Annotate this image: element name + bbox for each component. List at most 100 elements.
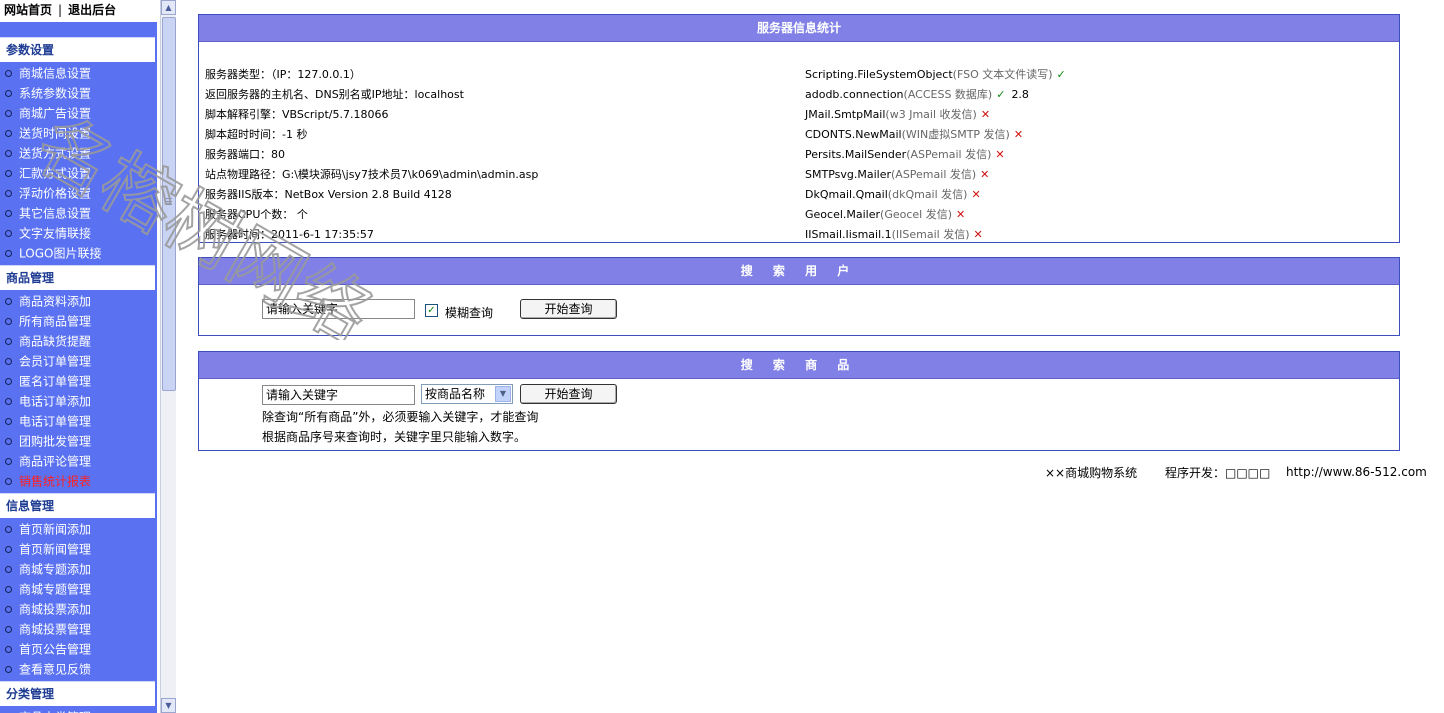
- search-user-title: 搜 索 用 户: [199, 258, 1399, 285]
- sidebar-menu-item[interactable]: 浮动价格设置: [0, 183, 155, 203]
- sidebar-menu-item[interactable]: 匿名订单管理: [0, 371, 155, 391]
- scroll-down-arrow-icon[interactable]: ▼: [161, 698, 176, 713]
- left-frame-scrollbar[interactable]: ▲ ▼: [160, 0, 176, 713]
- menu-section: 分类管理商品大类管理: [0, 681, 157, 713]
- footer-url-link[interactable]: http://www.86-512.com: [1286, 465, 1427, 479]
- sidebar-menu-item-label: 会员订单管理: [19, 354, 92, 369]
- sidebar-menu-item[interactable]: 电话订单管理: [0, 411, 155, 431]
- sidebar-menu-item-label: 商城信息设置: [19, 66, 92, 81]
- goods-search-type-select[interactable]: 按商品名称 ▼: [421, 384, 513, 404]
- sidebar-menu-item[interactable]: 商品大类管理: [0, 707, 155, 713]
- menu-section-header[interactable]: 信息管理: [0, 493, 155, 518]
- bullet-circle-icon: [5, 170, 12, 177]
- component-description: (ASPemail 发信): [891, 168, 977, 181]
- menu-section-header[interactable]: 参数设置: [0, 37, 155, 62]
- bullet-circle-icon: [5, 438, 12, 445]
- search-user-button[interactable]: 开始查询: [520, 299, 617, 319]
- sidebar-menu-item-label: LOGO图片联接: [19, 246, 102, 261]
- top-links: 网站首页 | 退出后台: [0, 0, 157, 22]
- component-name: CDONTS.NewMail: [805, 128, 902, 141]
- sidebar-menu-item[interactable]: 首页公告管理: [0, 639, 155, 659]
- sidebar-menu-item[interactable]: 商品缺货提醒: [0, 331, 155, 351]
- sidebar-menu-item[interactable]: 商城投票添加: [0, 599, 155, 619]
- sidebar-menu-item[interactable]: 电话订单添加: [0, 391, 155, 411]
- component-description: (ASPemail 发信): [906, 148, 992, 161]
- goods-search-note-2: 根据商品序号来查询时，关键字里只能输入数字。: [262, 430, 527, 444]
- bullet-circle-icon: [5, 666, 12, 673]
- component-row: adodb.connection(ACCESS 数据库) ✓ 2.8: [805, 85, 1066, 105]
- logout-link[interactable]: 退出后台: [68, 3, 116, 17]
- server-info-row: 服务器时间：2011-6-1 17:35:57: [205, 228, 374, 241]
- fuzzy-search-checkbox[interactable]: ✓: [425, 304, 438, 317]
- footer-developer: 程序开发：□□□□: [1165, 466, 1271, 480]
- bullet-circle-icon: [5, 566, 12, 573]
- bullet-circle-icon: [5, 150, 12, 157]
- sidebar-menu-item[interactable]: 商城专题管理: [0, 579, 155, 599]
- component-row: DkQmail.Qmail(dkQmail 发信) ✕: [805, 185, 1066, 205]
- sidebar-menu-item[interactable]: 商城专题添加: [0, 559, 155, 579]
- bullet-circle-icon: [5, 318, 12, 325]
- sidebar-menu-item[interactable]: 会员订单管理: [0, 351, 155, 371]
- menu-section-header[interactable]: 分类管理: [0, 681, 155, 706]
- sidebar-menu-item[interactable]: 文字友情联接: [0, 223, 155, 243]
- bullet-circle-icon: [5, 298, 12, 305]
- scroll-up-arrow-icon[interactable]: ▲: [161, 0, 176, 15]
- menu-items: 首页新闻添加 首页新闻管理 商城专题添加 商城专题管理 商城投票添加商城投票管理 首页公告…: [0, 518, 155, 681]
- scrollbar-thumb[interactable]: [162, 17, 176, 391]
- server-components-column: Scripting.FileSystemObject(FSO 文本文件读写) ✓ a…: [805, 65, 1066, 245]
- sidebar-menu-item-label: 销售统计报表: [19, 474, 92, 489]
- home-link[interactable]: 网站首页: [4, 3, 52, 17]
- search-goods-button[interactable]: 开始查询: [520, 384, 617, 404]
- sidebar-menu-item[interactable]: 销售统计报表: [0, 471, 155, 491]
- goods-search-note-1: 除查询“所有商品”外，必须要输入关键字，才能查询: [262, 410, 539, 424]
- server-info-row: 脚本解释引擎：VBScript/5.7.18066: [205, 108, 389, 121]
- menu-top-strip: [0, 22, 157, 37]
- sidebar-menu-item[interactable]: 其它信息设置: [0, 203, 155, 223]
- cross-icon: ✕: [1013, 128, 1024, 141]
- user-keyword-input[interactable]: 请输入关键字: [262, 299, 415, 319]
- sidebar-menu-item[interactable]: 送货方式设置: [0, 143, 155, 163]
- sidebar-menu-item-label: 商品资料添加: [19, 294, 92, 309]
- bullet-circle-icon: [5, 526, 12, 533]
- sidebar-menu-item[interactable]: 商品评论管理: [0, 451, 155, 471]
- sidebar-menu-item[interactable]: 首页新闻管理: [0, 539, 155, 559]
- menu-section: 信息管理 首页新闻添加 首页新闻管理 商城专题添加 商城专题管理 商城投票添加商城投票管理…: [0, 493, 157, 681]
- bullet-circle-icon: [5, 586, 12, 593]
- component-description: (WIN虚拟SMTP 发信): [901, 128, 1010, 141]
- cross-icon: ✕: [995, 148, 1005, 161]
- goods-keyword-input[interactable]: 请输入关键字: [262, 385, 415, 405]
- cross-icon: ✕: [971, 188, 981, 201]
- server-info-row: 服务器IIS版本：NetBox Version 2.8 Build 4128: [205, 188, 452, 201]
- sidebar-menu-item[interactable]: 首页新闻添加: [0, 519, 155, 539]
- sidebar-menu-item[interactable]: 团购批发管理: [0, 431, 155, 451]
- sidebar-menu-item[interactable]: 查看意见反馈: [0, 659, 155, 679]
- sidebar-menu-item-label: 商城投票管理: [19, 622, 92, 637]
- sidebar-menu-item[interactable]: 系统参数设置: [0, 83, 155, 103]
- sidebar-menu-item[interactable]: 汇款方式设置: [0, 163, 155, 183]
- fuzzy-search-label: 模糊查询: [445, 306, 494, 320]
- sidebar-menu-item[interactable]: LOGO图片联接: [0, 243, 155, 263]
- component-name: adodb.connection: [805, 88, 904, 101]
- component-version: 2.8: [1011, 88, 1029, 101]
- bullet-circle-icon: [5, 546, 12, 553]
- bullet-circle-icon: [5, 230, 12, 237]
- sidebar-menu-item-label: 首页公告管理: [19, 642, 92, 657]
- sidebar-menu-item[interactable]: 商品资料添加: [0, 291, 155, 311]
- check-icon: ✓: [1056, 68, 1066, 81]
- component-row: Scripting.FileSystemObject(FSO 文本文件读写) ✓: [805, 65, 1066, 85]
- menu-section-header[interactable]: 商品管理: [0, 265, 155, 290]
- bullet-circle-icon: [5, 398, 12, 405]
- sidebar-menu-item[interactable]: 商城信息设置: [0, 63, 155, 83]
- menu-items: 商城信息设置系统参数设置 商城广告设置 送货时间设置 送货方式设置 汇款方式设置 浮动价格…: [0, 62, 155, 265]
- component-name: Scripting.FileSystemObject: [805, 68, 953, 81]
- bullet-circle-icon: [5, 418, 12, 425]
- cross-icon: ✕: [973, 228, 983, 241]
- sidebar-menu-item[interactable]: 商城广告设置: [0, 103, 155, 123]
- cross-icon: ✕: [956, 208, 966, 221]
- sidebar-menu-item-label: 商品评论管理: [19, 454, 92, 469]
- sidebar-menu-item[interactable]: 所有商品管理: [0, 311, 155, 331]
- bullet-circle-icon: [5, 338, 12, 345]
- sidebar-menu-item[interactable]: 送货时间设置: [0, 123, 155, 143]
- search-goods-panel: 搜 索 商 品 请输入关键字 按商品名称 ▼ 开始查询 除查询“所有商品”外，必…: [198, 351, 1400, 451]
- sidebar-menu-item[interactable]: 商城投票管理: [0, 619, 155, 639]
